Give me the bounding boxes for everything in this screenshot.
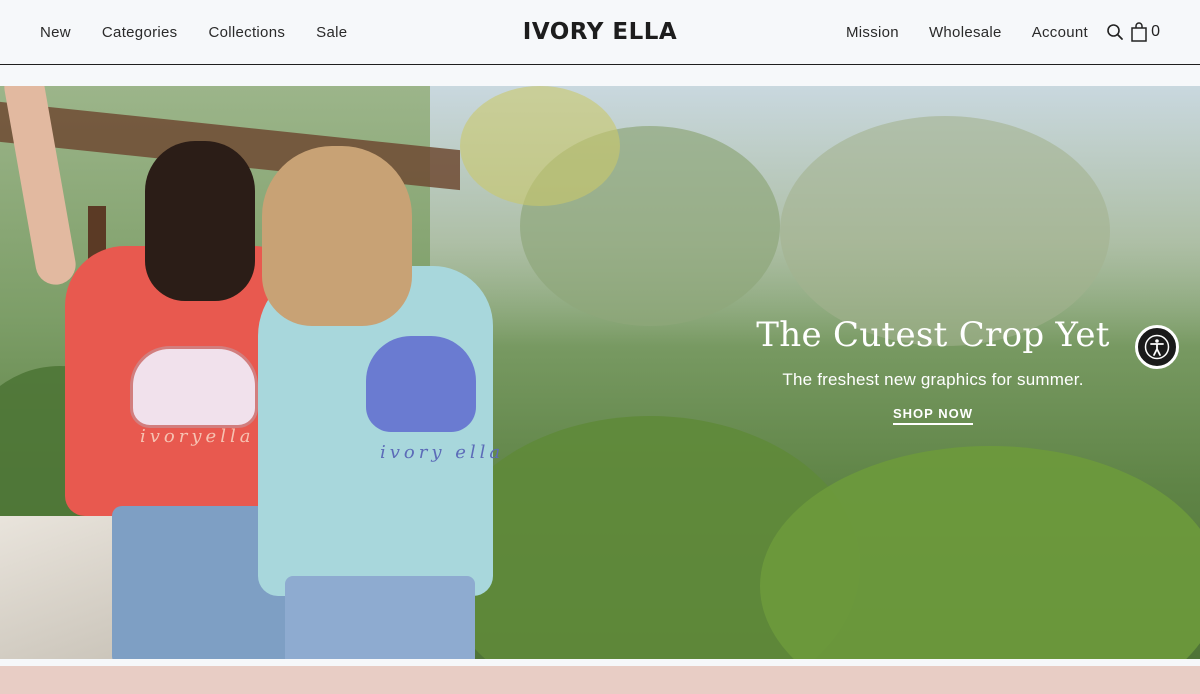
nav-new[interactable]: New xyxy=(40,24,71,41)
nav-categories[interactable]: Categories xyxy=(102,24,178,41)
hero-banner[interactable]: ivoryella ivory ella The Cutest Crop Yet… xyxy=(0,86,1200,659)
nav-collections[interactable]: Collections xyxy=(208,24,285,41)
accessibility-icon xyxy=(1144,334,1170,360)
section-gap xyxy=(0,659,1200,666)
hero-title: The Cutest Crop Yet xyxy=(756,315,1110,355)
shirt-brand-left: ivoryella xyxy=(140,426,255,447)
hero-subtitle: The freshest new graphics for summer. xyxy=(782,370,1084,389)
search-icon[interactable] xyxy=(1106,23,1124,41)
cart-button[interactable]: 0 xyxy=(1130,22,1160,42)
foliage xyxy=(760,446,1200,659)
cart-count: 0 xyxy=(1151,23,1160,40)
promo-strip xyxy=(0,666,1200,694)
nav-sale[interactable]: Sale xyxy=(316,24,347,41)
denim-shorts xyxy=(285,576,475,659)
shop-now-link[interactable]: SHOP NOW xyxy=(893,406,973,425)
shirt-brand-right: ivory ella xyxy=(380,442,505,463)
accessibility-button[interactable] xyxy=(1135,325,1179,369)
primary-nav: New Categories Collections Sale xyxy=(40,0,347,64)
dark-hair xyxy=(145,141,255,301)
secondary-nav: Mission Wholesale Account xyxy=(846,0,1088,64)
blonde-hair xyxy=(262,146,412,326)
floral-elephant-graphic xyxy=(130,346,258,428)
shopping-bag-icon xyxy=(1130,22,1148,42)
blue-elephant-graphic xyxy=(366,336,476,432)
foliage xyxy=(460,86,620,206)
nav-wholesale[interactable]: Wholesale xyxy=(929,24,1002,41)
nav-account[interactable]: Account xyxy=(1032,24,1088,41)
header-actions: 0 xyxy=(1106,20,1160,44)
brand-logo[interactable]: IVORY ELLA xyxy=(520,17,680,47)
nav-mission[interactable]: Mission xyxy=(846,24,899,41)
hero-copy: The Cutest Crop Yet The freshest new gra… xyxy=(750,312,1116,425)
site-header: New Categories Collections Sale IVORY EL… xyxy=(0,0,1200,65)
